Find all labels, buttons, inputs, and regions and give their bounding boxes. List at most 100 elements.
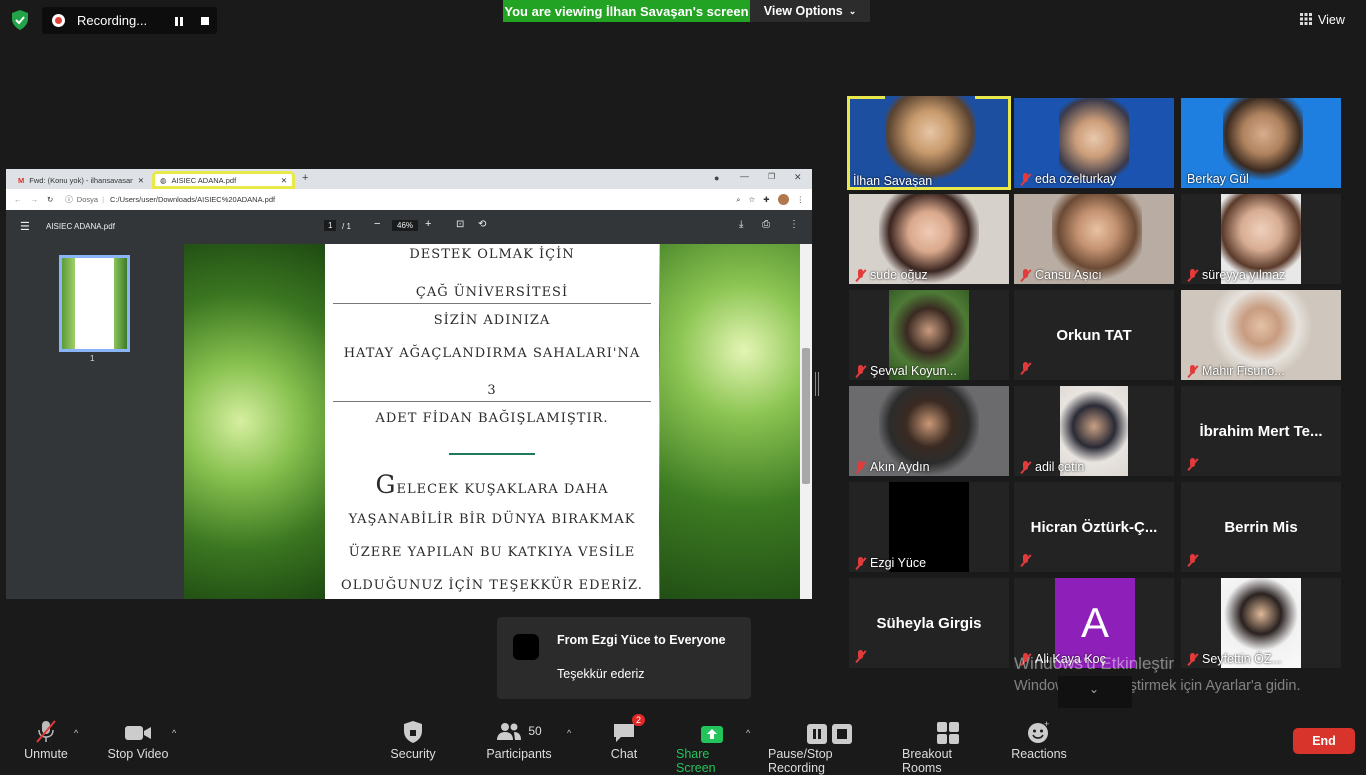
zoom-in-icon[interactable]: + bbox=[425, 218, 431, 230]
participant-name: süreyya yılmaz bbox=[1202, 268, 1286, 282]
participant-tile[interactable]: Hicran Öztürk-Ç... bbox=[1014, 482, 1174, 572]
rotate-icon[interactable]: ⟲ bbox=[478, 219, 486, 230]
splitter-handle[interactable] bbox=[815, 372, 819, 396]
collapse-gallery-button[interactable]: ⌄ bbox=[1058, 676, 1132, 708]
participant-tile[interactable]: Ezgi Yüce bbox=[849, 482, 1009, 572]
tab-title: AISIEC ADANA.pdf bbox=[171, 175, 237, 185]
avatar[interactable] bbox=[777, 194, 789, 205]
certificate-line: SİZİN ADINIZA bbox=[433, 313, 551, 328]
download-icon[interactable]: ⤓ bbox=[739, 219, 743, 230]
participants-options-caret-icon[interactable]: ^ bbox=[567, 728, 571, 738]
foliage-image-left bbox=[184, 244, 325, 599]
participant-tile[interactable]: Orkun TAT bbox=[1014, 290, 1174, 380]
participant-tile[interactable]: adil çetin bbox=[1014, 386, 1174, 476]
participant-tile[interactable]: İbrahim Mert Te... bbox=[1181, 386, 1341, 476]
muted-mic-icon bbox=[1020, 172, 1031, 186]
audio-options-caret-icon[interactable]: ^ bbox=[74, 728, 78, 738]
participant-name: Orkun TAT bbox=[1056, 326, 1132, 344]
menu-dots-icon[interactable]: ⋮ bbox=[797, 195, 805, 204]
back-icon[interactable]: ← bbox=[14, 195, 22, 204]
participant-tile[interactable]: Berkay Gül bbox=[1181, 98, 1341, 188]
participant-name: eda ozelturkay bbox=[1035, 172, 1117, 186]
restore-icon[interactable]: ❐ bbox=[768, 172, 775, 181]
chat-button[interactable]: 2 Chat bbox=[608, 714, 645, 761]
participant-name: Cansu Aşıcı bbox=[1035, 268, 1102, 282]
green-divider bbox=[449, 453, 535, 455]
chat-notification[interactable]: From Ezgi Yüce to Everyone Teşekkür eder… bbox=[497, 617, 751, 699]
print-icon[interactable]: ⎙ bbox=[762, 219, 770, 230]
certificate-text-panel: DESTEK OLMAK İÇİN ÇAĞ ÜNİVERSİTESİ SİZİN… bbox=[325, 244, 659, 599]
fit-page-icon[interactable]: ⊡ bbox=[456, 219, 464, 230]
pause-recording-icon[interactable] bbox=[174, 15, 185, 26]
participants-button[interactable]: 50 Participants bbox=[486, 718, 552, 761]
video-options-caret-icon[interactable]: ^ bbox=[172, 728, 176, 738]
zoom-search-icon[interactable]: ⌕ bbox=[736, 195, 740, 205]
participant-tile[interactable]: İlhan Savaşan bbox=[847, 96, 1011, 190]
encryption-shield-icon[interactable] bbox=[8, 8, 32, 32]
participant-name: Akın Aydın bbox=[870, 460, 930, 474]
scrollbar-thumb[interactable] bbox=[802, 348, 810, 484]
zoom-input[interactable]: 46% bbox=[392, 220, 419, 231]
participant-tile[interactable]: sude oğuz bbox=[849, 194, 1009, 284]
zoom-out-icon[interactable]: − bbox=[374, 218, 380, 230]
page-number-input[interactable]: 1 bbox=[324, 220, 337, 231]
muted-mic-icon bbox=[1187, 458, 1198, 471]
extension-icon[interactable]: ✚ bbox=[763, 195, 769, 204]
hamburger-menu-icon[interactable]: ☰ bbox=[20, 220, 30, 233]
close-icon[interactable]: ✕ bbox=[138, 176, 144, 185]
participant-tile[interactable]: süreyya yılmaz bbox=[1181, 194, 1341, 284]
reactions-button[interactable]: + Reactions bbox=[1011, 718, 1067, 761]
participant-name-row: sude oğuz bbox=[855, 268, 928, 282]
browser-tab-gmail[interactable]: M Fwd: (Konu yok) - ilhansavasan@ ✕ bbox=[10, 171, 152, 189]
profile-circle-icon[interactable]: ● bbox=[714, 173, 719, 183]
share-options-caret-icon[interactable]: ^ bbox=[746, 728, 750, 738]
end-meeting-button[interactable]: End bbox=[1293, 728, 1355, 754]
view-button[interactable]: View bbox=[1300, 8, 1358, 32]
share-screen-icon bbox=[700, 718, 724, 744]
windows-activation-watermark: Windows'u Etkinleştir Windows'u etkinleş… bbox=[1014, 652, 1301, 698]
muted-mic-icon bbox=[33, 718, 59, 744]
address-prefix: Dosya bbox=[76, 195, 99, 204]
pdf-more-icon[interactable]: ⋮ bbox=[789, 219, 799, 230]
pause-stop-recording-button[interactable]: Pause/Stop Recording bbox=[768, 718, 890, 775]
address-text[interactable]: C:/Users/user/Downloads/AISIEC%20ADANA.p… bbox=[110, 195, 275, 204]
muted-mic-icon bbox=[855, 556, 866, 570]
share-screen-button[interactable]: Share Screen bbox=[676, 718, 748, 775]
certificate-line: DESTEK OLMAK İÇİN bbox=[409, 247, 575, 262]
stop-video-button[interactable]: Stop Video bbox=[106, 718, 170, 761]
window-close-icon[interactable]: ✕ bbox=[794, 172, 802, 183]
participant-name-row: Mahir Fisuno... bbox=[1187, 364, 1285, 378]
participant-tile[interactable]: Akın Aydın bbox=[849, 386, 1009, 476]
unmute-label: Unmute bbox=[24, 747, 68, 761]
new-tab-icon[interactable]: + bbox=[302, 172, 308, 184]
participant-tile[interactable]: Süheyla Girgis bbox=[849, 578, 1009, 668]
browser-address-bar[interactable]: ← → ↻ ⓘ Dosya | C:/Users/user/Downloads/… bbox=[6, 189, 812, 210]
page-thumbnail[interactable] bbox=[59, 255, 130, 352]
minimize-icon[interactable]: — bbox=[740, 171, 749, 181]
browser-tab-pdf[interactable]: ◍ AISIEC ADANA.pdf ✕ bbox=[152, 171, 295, 189]
participant-tile[interactable]: Berrin Mis bbox=[1181, 482, 1341, 572]
unmute-button[interactable]: Unmute bbox=[22, 718, 70, 761]
participant-tile[interactable]: Şevval Koyun... bbox=[849, 290, 1009, 380]
smiley-icon: + bbox=[1027, 718, 1051, 744]
participant-name: İbrahim Mert Te... bbox=[1199, 422, 1323, 440]
chat-unread-badge: 2 bbox=[631, 714, 645, 726]
muted-mic-icon bbox=[1187, 364, 1198, 378]
participant-tile[interactable]: Cansu Aşıcı bbox=[1014, 194, 1174, 284]
star-icon[interactable]: ☆ bbox=[748, 195, 755, 204]
participant-name-row: süreyya yılmaz bbox=[1187, 268, 1285, 282]
breakout-rooms-label: Breakout Rooms bbox=[902, 747, 953, 775]
view-options-button[interactable]: View Options ⌄ bbox=[750, 0, 870, 22]
reload-icon[interactable]: ↻ bbox=[47, 195, 53, 204]
breakout-rooms-button[interactable]: Breakout Rooms bbox=[902, 718, 994, 775]
stop-recording-icon[interactable] bbox=[200, 15, 211, 26]
participants-count: 50 bbox=[528, 724, 542, 738]
pdf-viewer[interactable]: 1 DESTEK OLMAK İÇİN ÇAĞ ÜNİVERSİTESİ SİZ… bbox=[6, 244, 812, 599]
forward-icon[interactable]: → bbox=[31, 195, 39, 204]
pdf-scrollbar[interactable] bbox=[800, 244, 812, 599]
security-button[interactable]: Security bbox=[390, 718, 436, 761]
shared-screen[interactable]: M Fwd: (Konu yok) - ilhansavasan@ ✕ ◍ AI… bbox=[6, 169, 812, 599]
close-icon[interactable]: ✕ bbox=[281, 176, 287, 185]
participant-tile[interactable]: eda ozelturkay bbox=[1014, 98, 1174, 188]
participant-tile[interactable]: Mahir Fisuno... bbox=[1181, 290, 1341, 380]
